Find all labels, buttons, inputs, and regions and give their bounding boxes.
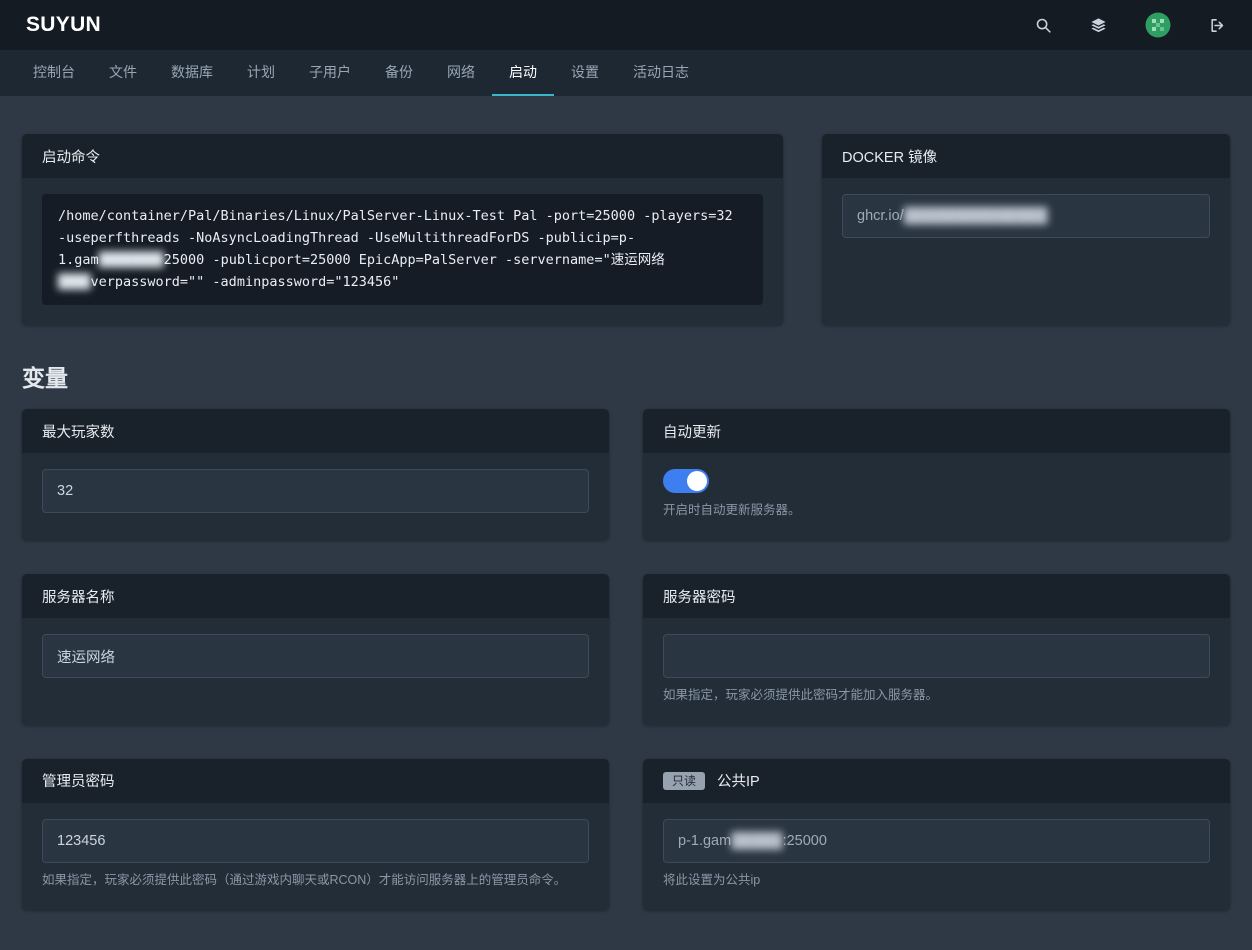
redacted-text: ████████ (98, 251, 164, 268)
variable-card-server-password: 服务器密码 如果指定，玩家必须提供此密码才能加入服务器。 (643, 574, 1230, 725)
auto-update-toggle[interactable] (663, 469, 709, 494)
tab-backups[interactable]: 备份 (368, 50, 430, 96)
variable-title: 自动更新 (663, 424, 721, 441)
topbar-icons (1035, 12, 1226, 38)
tab-network[interactable]: 网络 (430, 50, 492, 96)
variable-card-admin-password: 管理员密码 如果指定，玩家必须提供此密码（通过游戏内聊天或RCON）才能访问服务… (22, 758, 609, 910)
readonly-badge: 只读 (663, 771, 706, 790)
admin-password-input[interactable] (42, 818, 589, 863)
command-text: 25000 -publicport=25000 EpicApp=PalServe… (163, 251, 665, 268)
variable-description: 如果指定，玩家必须提供此密码才能加入服务器。 (663, 688, 939, 703)
variable-description: 如果指定，玩家必须提供此密码（通过游戏内聊天或RCON）才能访问服务器上的管理员… (42, 872, 567, 887)
public-ip-input[interactable]: p-1.gam █████:25000 (663, 818, 1210, 863)
toggle-knob (687, 471, 707, 492)
variable-card-server-name: 服务器名称 (22, 574, 609, 725)
variable-card-auto-update: 自动更新 开启时自动更新服务器。 (643, 409, 1230, 541)
tab-startup[interactable]: 启动 (492, 50, 554, 96)
server-list-icon[interactable] (1090, 17, 1107, 34)
command-text: verpassword="" -adminpassword="123456" (90, 273, 400, 290)
tab-activity[interactable]: 活动日志 (616, 50, 706, 96)
tab-databases[interactable]: 数据库 (154, 50, 230, 96)
variable-title: 管理员密码 (42, 774, 115, 791)
docker-image-text: ghcr.io/ (857, 208, 904, 224)
tab-settings[interactable]: 设置 (554, 50, 616, 96)
server-nav-tabs: 控制台 文件 数据库 计划 子用户 备份 网络 启动 设置 活动日志 (0, 50, 1252, 96)
variable-title: 公共IP (717, 774, 760, 791)
variable-card-public-ip: 只读 公共IP p-1.gam █████:25000 将此设置为公共ip (643, 758, 1230, 910)
redacted-text: ████ (58, 273, 91, 290)
tab-files[interactable]: 文件 (92, 50, 154, 96)
variable-card-max-players: 最大玩家数 (22, 409, 609, 541)
docker-image-title: DOCKER 镜像 (842, 149, 938, 166)
docker-image-input[interactable]: ghcr.io/██████████████ (842, 194, 1210, 238)
startup-command-header: 启动命令 (22, 134, 783, 178)
startup-page: 启动命令 /home/container/Pal/Binaries/Linux/… (0, 134, 1252, 950)
topbar: SUYUN (0, 0, 1252, 50)
variable-title: 最大玩家数 (42, 424, 115, 441)
brand-logo[interactable]: SUYUN (26, 13, 101, 37)
max-players-input[interactable] (42, 469, 589, 514)
tab-console[interactable]: 控制台 (16, 50, 92, 96)
variables-grid: 最大玩家数 自动更新 开启时自动更新服务器。 服务器名称 (22, 409, 1230, 943)
variables-heading: 变量 (22, 365, 68, 392)
variable-description: 开启时自动更新服务器。 (663, 503, 801, 518)
logout-icon[interactable] (1209, 17, 1226, 34)
public-ip-text: p-1.gam (678, 832, 732, 849)
public-ip-text: :25000 (782, 832, 827, 849)
startup-command-card: 启动命令 /home/container/Pal/Binaries/Linux/… (22, 134, 783, 326)
variable-title: 服务器密码 (663, 589, 736, 606)
server-password-input[interactable] (663, 634, 1210, 679)
startup-command-title: 启动命令 (42, 149, 100, 166)
redacted-text: ██████████████ (903, 208, 1048, 224)
server-name-input[interactable] (42, 634, 589, 679)
variable-description: 将此设置为公共ip (663, 872, 761, 887)
redacted-text: █████ (731, 832, 783, 849)
docker-image-card: DOCKER 镜像 ghcr.io/██████████████ (822, 134, 1230, 326)
tab-schedules[interactable]: 计划 (230, 50, 292, 96)
search-icon[interactable] (1035, 17, 1052, 34)
docker-image-header: DOCKER 镜像 (822, 134, 1230, 178)
tab-subusers[interactable]: 子用户 (292, 50, 368, 96)
user-avatar[interactable] (1145, 12, 1171, 38)
variable-title: 服务器名称 (42, 589, 115, 606)
startup-command-code: /home/container/Pal/Binaries/Linux/PalSe… (42, 194, 763, 306)
